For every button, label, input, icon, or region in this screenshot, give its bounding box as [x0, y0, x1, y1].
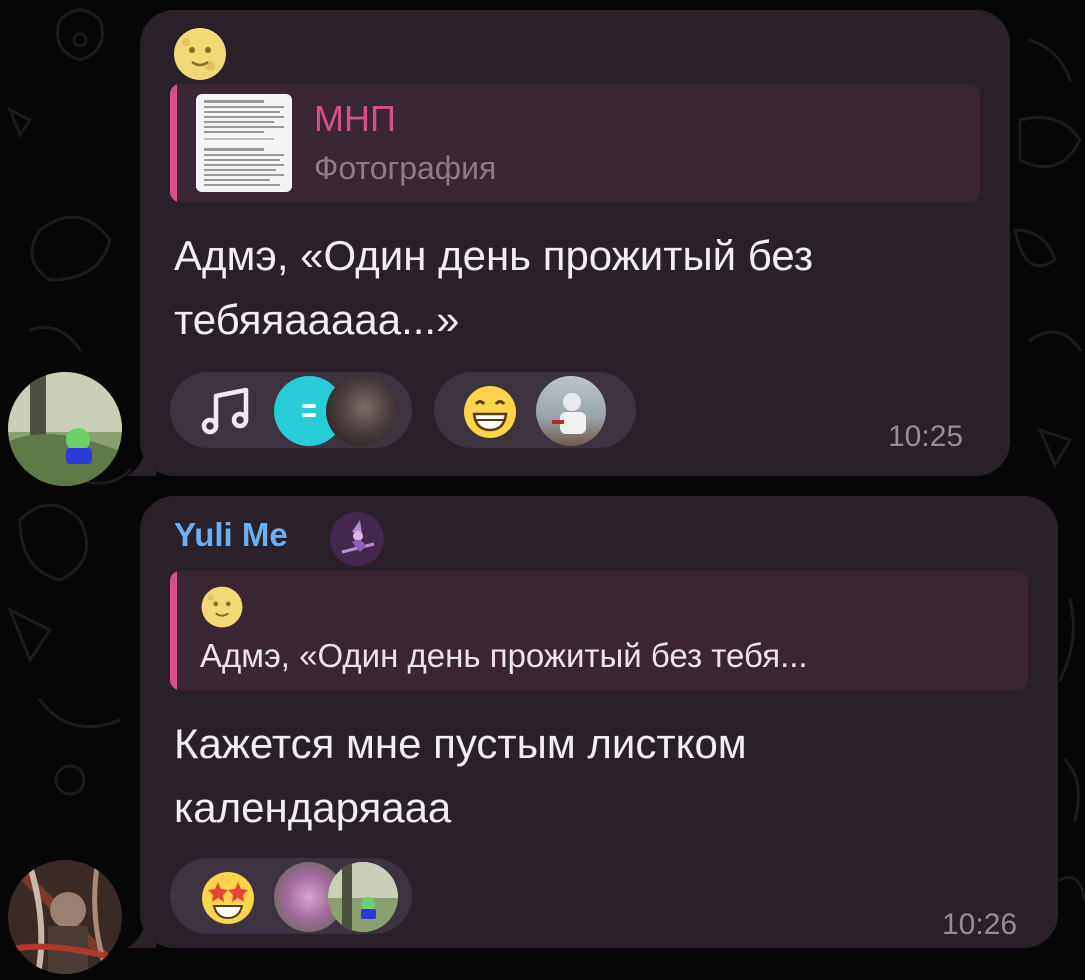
reply-quoted-text: Адмэ, «Один день прожитый без тебя... [200, 637, 808, 674]
reply-preview[interactable]: МНП Фотография [170, 84, 980, 202]
reply-photo-thumbnail [196, 94, 292, 192]
bubble-tail [126, 912, 156, 948]
message-text: Кажется мне пустым листком календаряааа [174, 720, 747, 831]
reactor-avatar [536, 376, 606, 446]
message-time: 10:26 [942, 908, 1018, 941]
emoji-grinning-face [464, 386, 516, 438]
emoji-star-struck [202, 872, 254, 924]
reply-accent-bar [170, 571, 177, 690]
sender-avatar[interactable] [8, 860, 122, 974]
reply-media-type: Фотография [314, 150, 497, 186]
reply-sender-name: МНП [314, 98, 396, 139]
reaction-star-struck[interactable] [170, 858, 412, 934]
sender-avatar[interactable] [8, 372, 122, 486]
witch-emoji-status-icon [330, 512, 384, 566]
message-time: 10:25 [888, 420, 964, 453]
full-moon-face-emoji [200, 585, 244, 634]
sender-name[interactable]: Yuli Me [174, 516, 288, 554]
reactor-avatar [328, 862, 398, 932]
reaction-grin[interactable] [434, 372, 636, 448]
reply-preview[interactable]: Адмэ, «Один день прожитый без тебя... [170, 571, 1028, 690]
reaction-music[interactable] [170, 372, 412, 448]
reactor-avatar [326, 376, 396, 446]
bubble-tail [126, 440, 156, 476]
reply-accent-bar [170, 84, 177, 202]
message-text: Адмэ, «Один день прожитый без тебяяааааа… [174, 232, 814, 343]
full-moon-face-emoji [172, 26, 228, 87]
music-note-icon [201, 387, 249, 435]
